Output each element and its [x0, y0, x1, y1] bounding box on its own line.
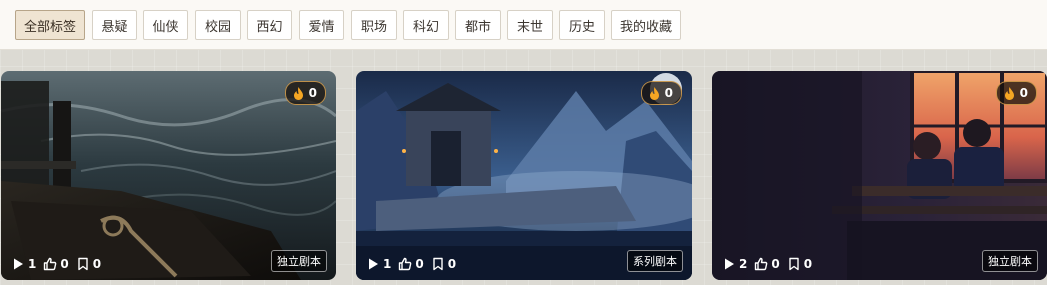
script-type-badge: 独立剧本	[982, 250, 1038, 272]
tag-suspense[interactable]: 悬疑	[92, 10, 137, 40]
play-count: 1	[383, 257, 392, 271]
card-cover-image	[356, 71, 692, 280]
card-stats: 2 0 0	[722, 257, 819, 271]
thumbs-up-icon	[44, 257, 57, 271]
tag-filter-bar: 全部标签 悬疑 仙侠 校园 西幻 爱情 职场 科幻 都市 末世 历史 我的收藏	[0, 0, 1047, 50]
thumbs-up-icon	[399, 257, 412, 271]
flame-icon	[293, 86, 303, 100]
play-icon	[14, 258, 23, 270]
card-cover-image	[1, 71, 336, 280]
tag-history[interactable]: 历史	[559, 10, 605, 40]
like-count: 0	[771, 257, 780, 271]
heat-count: 0	[1019, 86, 1028, 100]
tag-western-fantasy[interactable]: 西幻	[247, 10, 292, 40]
heat-count: 0	[308, 86, 317, 100]
play-icon	[369, 258, 378, 270]
heat-badge: 0	[995, 81, 1037, 105]
bookmark-icon	[789, 257, 799, 271]
play-stat: 1	[366, 257, 391, 271]
script-type-badge: 系列剧本	[627, 250, 683, 272]
save-stat[interactable]: 0	[76, 257, 101, 271]
play-icon	[725, 258, 734, 270]
save-stat[interactable]: 0	[787, 257, 812, 271]
tag-campus[interactable]: 校园	[195, 10, 241, 40]
tag-urban[interactable]: 都市	[455, 10, 501, 40]
script-type-badge: 独立剧本	[271, 250, 327, 272]
play-count: 2	[739, 257, 748, 271]
heat-badge: 0	[640, 81, 682, 105]
tag-workplace[interactable]: 职场	[351, 10, 397, 40]
save-count: 0	[447, 257, 457, 271]
script-card[interactable]: 0 1 0 0 系列剧本	[356, 71, 692, 280]
card-stats: 1 0 0	[366, 257, 463, 271]
heat-badge: 0	[284, 81, 326, 105]
tag-xianxia[interactable]: 仙侠	[143, 10, 188, 40]
bookmark-icon	[433, 257, 443, 271]
save-count: 0	[92, 257, 102, 271]
thumbs-up-icon	[755, 257, 768, 271]
tag-all[interactable]: 全部标签	[15, 10, 85, 40]
flame-icon	[1004, 86, 1014, 100]
play-stat: 1	[11, 257, 36, 271]
tag-my-favorites[interactable]: 我的收藏	[611, 10, 681, 40]
like-stat[interactable]: 0	[754, 257, 780, 271]
bookmark-icon	[78, 257, 88, 271]
save-stat[interactable]: 0	[431, 257, 456, 271]
like-stat[interactable]: 0	[43, 257, 69, 271]
tag-apocalypse[interactable]: 末世	[507, 10, 553, 40]
script-card[interactable]: 0 1 0 0 独立剧本	[1, 71, 336, 280]
tag-scifi[interactable]: 科幻	[403, 10, 449, 40]
play-stat: 2	[722, 257, 747, 271]
save-count: 0	[803, 257, 813, 271]
like-count: 0	[415, 257, 424, 271]
heat-count: 0	[664, 86, 673, 100]
script-card[interactable]: 0 2 0 0 独立剧本	[712, 71, 1047, 280]
card-stats: 1 0 0	[11, 257, 108, 271]
like-stat[interactable]: 0	[398, 257, 424, 271]
tag-romance[interactable]: 爱情	[299, 10, 344, 40]
like-count: 0	[60, 257, 69, 271]
flame-icon	[649, 86, 659, 100]
play-count: 1	[28, 257, 37, 271]
card-cover-image	[712, 71, 1047, 280]
